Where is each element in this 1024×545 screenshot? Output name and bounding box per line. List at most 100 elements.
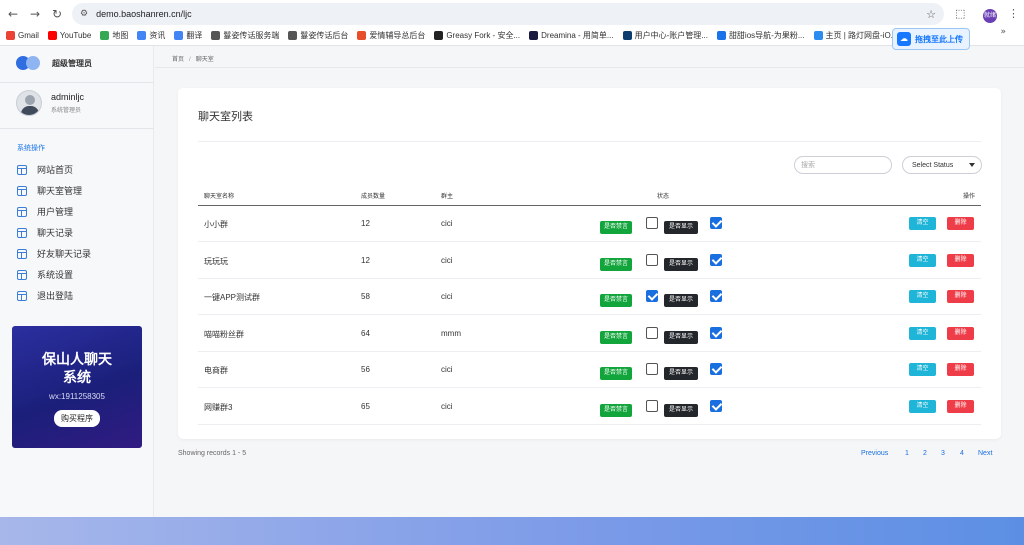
show-badge: 是否显示 [664,330,699,344]
mute-checkbox[interactable] [646,399,658,412]
bookmark-label: Dreamina - 用简单... [541,30,614,40]
mute-checkbox[interactable] [646,217,658,229]
profile-avatar[interactable]: 就绪 [983,9,997,23]
avatar [16,90,42,116]
table-layout-icon [17,185,27,196]
clear-button[interactable]: 清空 [909,399,936,413]
bookmark-item[interactable]: 地图 [100,30,128,41]
show-badge: 是否显示 [664,294,699,307]
clear-button[interactable]: 清空 [909,253,936,267]
cell-name: 玩玩玩 [204,256,228,266]
delete-button[interactable]: 删除 [947,363,974,376]
sidebar-item[interactable]: 聊天记录 [17,222,91,243]
clear-button[interactable]: 清空 [909,326,936,340]
show-badge: 是否显示 [664,403,699,417]
promo-title-line2: 系统 [63,369,91,385]
delete-button[interactable]: 删除 [947,253,974,267]
user-profile: adminljc 系统管理员 [16,90,84,116]
table-row: 喵喵粉丝群 64 mmm 是否禁言 是否显示 清空 删除 [198,316,981,352]
pagination-next[interactable]: Next [978,450,992,457]
search-input[interactable] [794,156,892,174]
pagination-page-3[interactable]: 3 [941,450,945,457]
mute-checkbox[interactable] [646,290,658,302]
bookmark-label: Greasy Fork - 安全... [446,30,521,40]
table-row: 网赚群3 65 cici 是否禁言 是否显示 清空 删除 [198,389,981,425]
bookmarks-overflow-icon[interactable]: » [1000,27,1006,37]
clear-button[interactable]: 清空 [909,363,936,376]
mute-checkbox[interactable] [646,363,658,375]
header-members: 成员数量 [361,194,386,200]
url-text: demo.baoshanren.cn/ljc [96,9,192,19]
bookmark-item[interactable]: 主页 | 路灯网盘-iO... [813,30,898,41]
sidebar-item[interactable]: 系统设置 [17,264,91,285]
reload-icon[interactable]: ↻ [46,7,68,21]
more-menu-icon[interactable]: ⋮ [1008,7,1019,20]
clear-button[interactable]: 清空 [909,290,936,303]
buy-program-button[interactable]: 购买程序 [54,410,100,427]
bookmark-item[interactable]: Dreamina - 用简单... [529,30,614,41]
pagination-page-4[interactable]: 4 [960,450,964,457]
bookmark-label: Gmail [18,30,39,40]
table-layout-icon [17,248,27,259]
show-checkbox[interactable] [710,399,722,412]
show-badge: 是否显示 [664,367,699,380]
bookmark-item[interactable]: 鬘姿传话服务端 [211,30,279,41]
bookmark-favicon-icon [100,30,110,40]
bookmark-item[interactable]: 鬘姿传话后台 [288,30,348,41]
pagination-previous[interactable]: Previous [861,450,888,457]
bookmark-star-icon[interactable]: ☆ [926,8,936,21]
table-row: 玩玩玩 12 cici 是否禁言 是否显示 清空 删除 [198,243,981,279]
chevron-down-icon [969,163,975,167]
sidebar-item[interactable]: 好友聊天记录 [17,243,91,264]
pagination-page-2[interactable]: 2 [923,450,927,457]
show-checkbox[interactable] [710,253,722,266]
breadcrumb-current: 聊天室 [195,57,214,63]
bookmark-label: 鬘姿传话后台 [300,30,349,40]
bookmark-item[interactable]: 爱情辅导总后台 [357,30,425,41]
show-checkbox[interactable] [710,290,722,302]
delete-button[interactable]: 删除 [947,326,974,340]
sidebar-item-label: 系统设置 [37,270,74,280]
bookmark-item[interactable]: 资讯 [137,30,165,41]
cell-members: 65 [361,401,370,411]
sidebar-item[interactable]: 聊天室管理 [17,180,91,201]
extensions-icon[interactable]: ⬚ [955,7,965,20]
mute-badge: 是否禁言 [600,367,633,380]
back-icon[interactable]: ← [2,7,24,21]
bookmark-item[interactable]: YouTube [47,30,91,40]
bookmark-item[interactable]: 翻译 [174,30,202,41]
show-checkbox[interactable] [710,326,722,339]
upload-drop-chip[interactable]: ☁ 拖拽至此上传 [892,28,970,50]
sidebar-item[interactable]: 用户管理 [17,201,91,222]
bookmark-favicon-icon [288,30,298,40]
mute-checkbox[interactable] [646,253,658,266]
url-bar[interactable]: ⚙ demo.baoshanren.cn/ljc ☆ [72,3,944,25]
sidebar-item[interactable]: 退出登陆 [17,285,91,306]
delete-button[interactable]: 删除 [947,217,974,230]
bookmark-label: 主页 | 路灯网盘-iO... [825,30,898,40]
site-info-icon[interactable]: ⚙ [80,9,88,19]
status-select[interactable]: Select Status [902,156,982,174]
cell-members: 12 [361,255,370,265]
delete-button[interactable]: 删除 [947,399,974,413]
bookmark-favicon-icon [622,30,632,40]
delete-button[interactable]: 删除 [947,290,974,303]
bookmark-item[interactable]: 用户中心-账户管理... [622,30,708,41]
clear-button[interactable]: 清空 [909,217,936,230]
mute-checkbox[interactable] [646,326,658,339]
pagination-page-1[interactable]: 1 [905,450,909,457]
promo-card: 保山人聊天 系统 wx:1911258305 购买程序 [12,326,142,448]
bookmark-item[interactable]: 甜甜ios导航-为果粉... [716,30,805,41]
show-checkbox[interactable] [710,217,722,229]
bookmark-item[interactable]: Greasy Fork - 安全... [434,30,520,41]
cell-owner: cici [441,401,453,411]
bookmark-item[interactable]: Gmail [6,30,39,40]
breadcrumb-home[interactable]: 首页 [172,57,184,63]
show-checkbox[interactable] [710,363,722,375]
sidebar-item-label: 网站首页 [37,165,74,175]
records-info: Showing records 1 - 5 [178,450,247,457]
forward-icon[interactable]: → [24,7,46,21]
sidebar-item[interactable]: 网站首页 [17,159,91,180]
divider [0,128,154,129]
header-status: 状态 [657,194,670,200]
